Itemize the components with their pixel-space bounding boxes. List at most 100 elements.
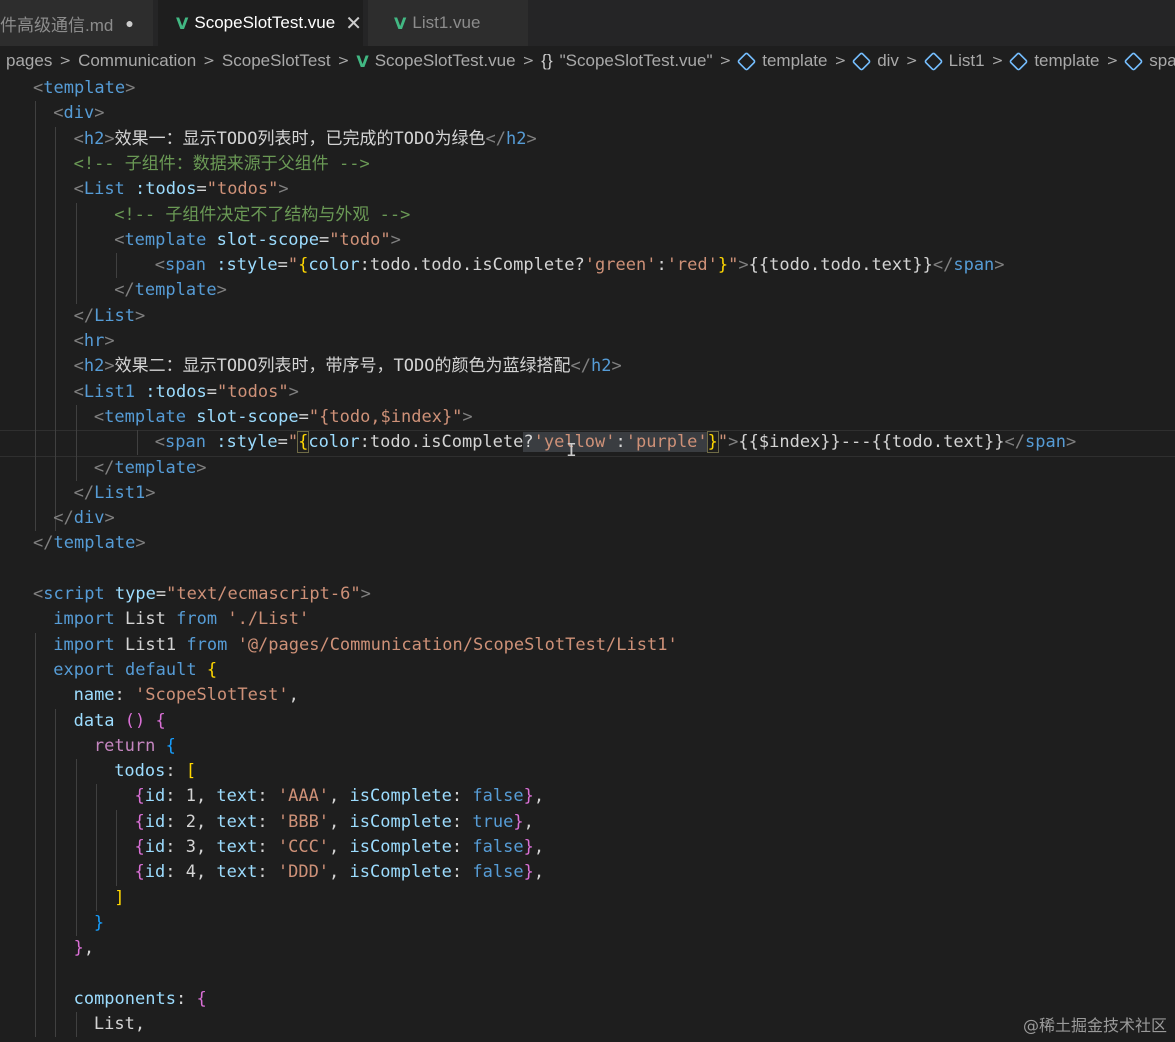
- code-token: {: [298, 255, 309, 276]
- code-line[interactable]: export default {: [53, 658, 217, 683]
- chevron-right-icon: >: [991, 53, 1004, 69]
- chevron-right-icon: >: [337, 53, 350, 69]
- code-line[interactable]: {id: 4, text: 'DDD', isComplete: false},: [135, 860, 545, 885]
- code-token: 效果一：显示TODO列表时，已完成的TODO为绿色: [114, 128, 486, 149]
- tab-scopeslottest-vue[interactable]: V ScopeSlotTest.vue ✕: [158, 0, 363, 46]
- code-token: "text/ecmascript-6": [166, 584, 361, 604]
- element-cube-icon: [1123, 51, 1144, 71]
- chevron-right-icon: >: [522, 53, 535, 69]
- code-line[interactable]: <!-- 子组件决定不了结构与外观 -->: [114, 203, 410, 228]
- code-token: template: [114, 457, 197, 478]
- code-token: ,: [533, 786, 545, 807]
- code-line[interactable]: import List1 from '@/pages/Communication…: [53, 633, 677, 658]
- code-line[interactable]: </template>: [94, 456, 207, 481]
- code-token: :todos: [135, 179, 197, 200]
- code-line[interactable]: {id: 2, text: 'BBB', isComplete: true},: [135, 810, 534, 835]
- breadcrumb-item-module[interactable]: {} "ScopeSlotTest.vue": [541, 51, 712, 71]
- code-line[interactable]: data () {: [74, 709, 166, 734]
- code-line[interactable]: </List>: [74, 304, 146, 329]
- code-token: :: [114, 685, 136, 706]
- code-token: :: [656, 255, 667, 276]
- unsaved-dot-icon[interactable]: ●: [125, 15, 133, 31]
- code-token: >: [104, 331, 115, 351]
- code-token: isComplete: [349, 786, 452, 807]
- code-line[interactable]: <List1 :todos="todos">: [74, 380, 299, 405]
- breadcrumb-item-communication[interactable]: Communication: [78, 51, 196, 71]
- tab-label: ScopeSlotTest.vue: [194, 13, 336, 32]
- code-line[interactable]: </template>: [33, 531, 146, 556]
- code-token: :todo.isComplete: [359, 432, 524, 453]
- code-line[interactable]: <span :style="{color:todo.isComplete?'ye…: [155, 430, 1076, 455]
- code-token: ,: [533, 837, 545, 857]
- breadcrumb-item-template-inner[interactable]: template: [1008, 51, 1100, 71]
- code-line[interactable]: <template slot-scope="{todo,$index}">: [94, 405, 473, 430]
- chevron-right-icon: >: [1106, 53, 1119, 69]
- code-line[interactable]: </template>: [114, 278, 227, 303]
- code-line[interactable]: <template slot-scope="todo">: [114, 228, 401, 253]
- code-token: {: [134, 786, 145, 807]
- code-token: <: [154, 432, 166, 453]
- code-line[interactable]: <div>: [53, 101, 104, 126]
- code-line[interactable]: </List1>: [74, 481, 156, 506]
- code-line[interactable]: <hr>: [74, 329, 115, 354]
- code-line[interactable]: ]: [114, 886, 124, 911]
- code-line[interactable]: </div>: [53, 506, 114, 531]
- code-token: List1: [114, 634, 187, 655]
- code-token: ?: [523, 432, 534, 453]
- code-token: text: [216, 811, 258, 832]
- code-token: template: [53, 533, 136, 554]
- code-line[interactable]: <span :style="{color:todo.todo.isComplet…: [155, 253, 1005, 278]
- code-line[interactable]: <!-- 子组件：数据来源于父组件 -->: [74, 152, 370, 177]
- code-token: >: [135, 533, 146, 554]
- code-line[interactable]: {id: 3, text: 'CCC', isComplete: false},: [135, 835, 545, 860]
- code-line[interactable]: todos: [: [114, 759, 196, 784]
- code-line[interactable]: <script type="text/ecmascript-6">: [33, 582, 371, 607]
- code-token: template: [104, 406, 187, 427]
- code-line[interactable]: },: [74, 936, 95, 961]
- tab-list1-vue[interactable]: V List1.vue: [368, 0, 528, 46]
- chevron-right-icon: >: [59, 53, 72, 69]
- code-line[interactable]: return {: [94, 734, 176, 759]
- code-line[interactable]: <List :todos="todos">: [74, 177, 289, 202]
- breadcrumb-item-div[interactable]: div: [851, 51, 899, 71]
- breadcrumb-item-pages[interactable]: pages: [6, 51, 52, 71]
- code-token: true: [472, 811, 514, 832]
- code-line[interactable]: List,: [94, 1012, 145, 1037]
- code-line[interactable]: }: [94, 911, 104, 936]
- code-token: </: [1004, 432, 1025, 453]
- code-token: span: [953, 255, 995, 276]
- breadcrumb-item-scopeslottest[interactable]: ScopeSlotTest: [222, 51, 331, 71]
- code-line[interactable]: name: 'ScopeSlotTest',: [74, 683, 299, 708]
- code-token: components: [73, 988, 176, 1009]
- code-token: >: [360, 584, 371, 604]
- code-line[interactable]: <h2>效果一：显示TODO列表时，已完成的TODO为绿色</h2>: [74, 127, 537, 152]
- code-line[interactable]: import List from './List': [53, 607, 309, 632]
- close-tab-icon[interactable]: ✕: [345, 11, 362, 36]
- code-token: text: [216, 862, 258, 883]
- code-token: <: [73, 331, 84, 351]
- code-token: </: [33, 533, 54, 554]
- code-token: :style: [216, 432, 278, 453]
- code-token: 'red': [666, 255, 718, 276]
- code-line[interactable]: <template>: [33, 76, 135, 101]
- breadcrumb-item-span[interactable]: span: [1123, 51, 1175, 71]
- code-token: :style: [216, 255, 278, 276]
- code-token: </: [932, 255, 954, 276]
- code-token: <: [73, 381, 84, 402]
- breadcrumb-item-file[interactable]: V ScopeSlotTest.vue: [356, 51, 515, 71]
- breadcrumb-item-list1[interactable]: List1: [923, 51, 985, 71]
- code-line[interactable]: components: {: [74, 987, 207, 1012]
- element-cube-icon: [736, 51, 757, 71]
- code-line[interactable]: <h2>效果二：显示TODO列表时，带序号，TODO的颜色为蓝绿搭配</h2>: [74, 354, 622, 379]
- tab-advanced-communication-md[interactable]: 件高级通信.md ●: [0, 0, 153, 46]
- code-line[interactable]: {id: 1, text: 'AAA', isComplete: false},: [135, 784, 545, 809]
- code-token: >: [390, 229, 401, 250]
- code-editor[interactable]: <template> <div> <h2>效果一：显示TODO列表时，已完成的TOD…: [0, 76, 1175, 1042]
- code-token: <!-- 子组件决定不了结构与外观 -->: [114, 204, 411, 225]
- code-token: ,: [329, 811, 350, 832]
- breadcrumb-item-template[interactable]: template: [736, 51, 827, 71]
- code-token: '@/pages/Communication/ScopeSlotTest/Lis…: [237, 634, 678, 655]
